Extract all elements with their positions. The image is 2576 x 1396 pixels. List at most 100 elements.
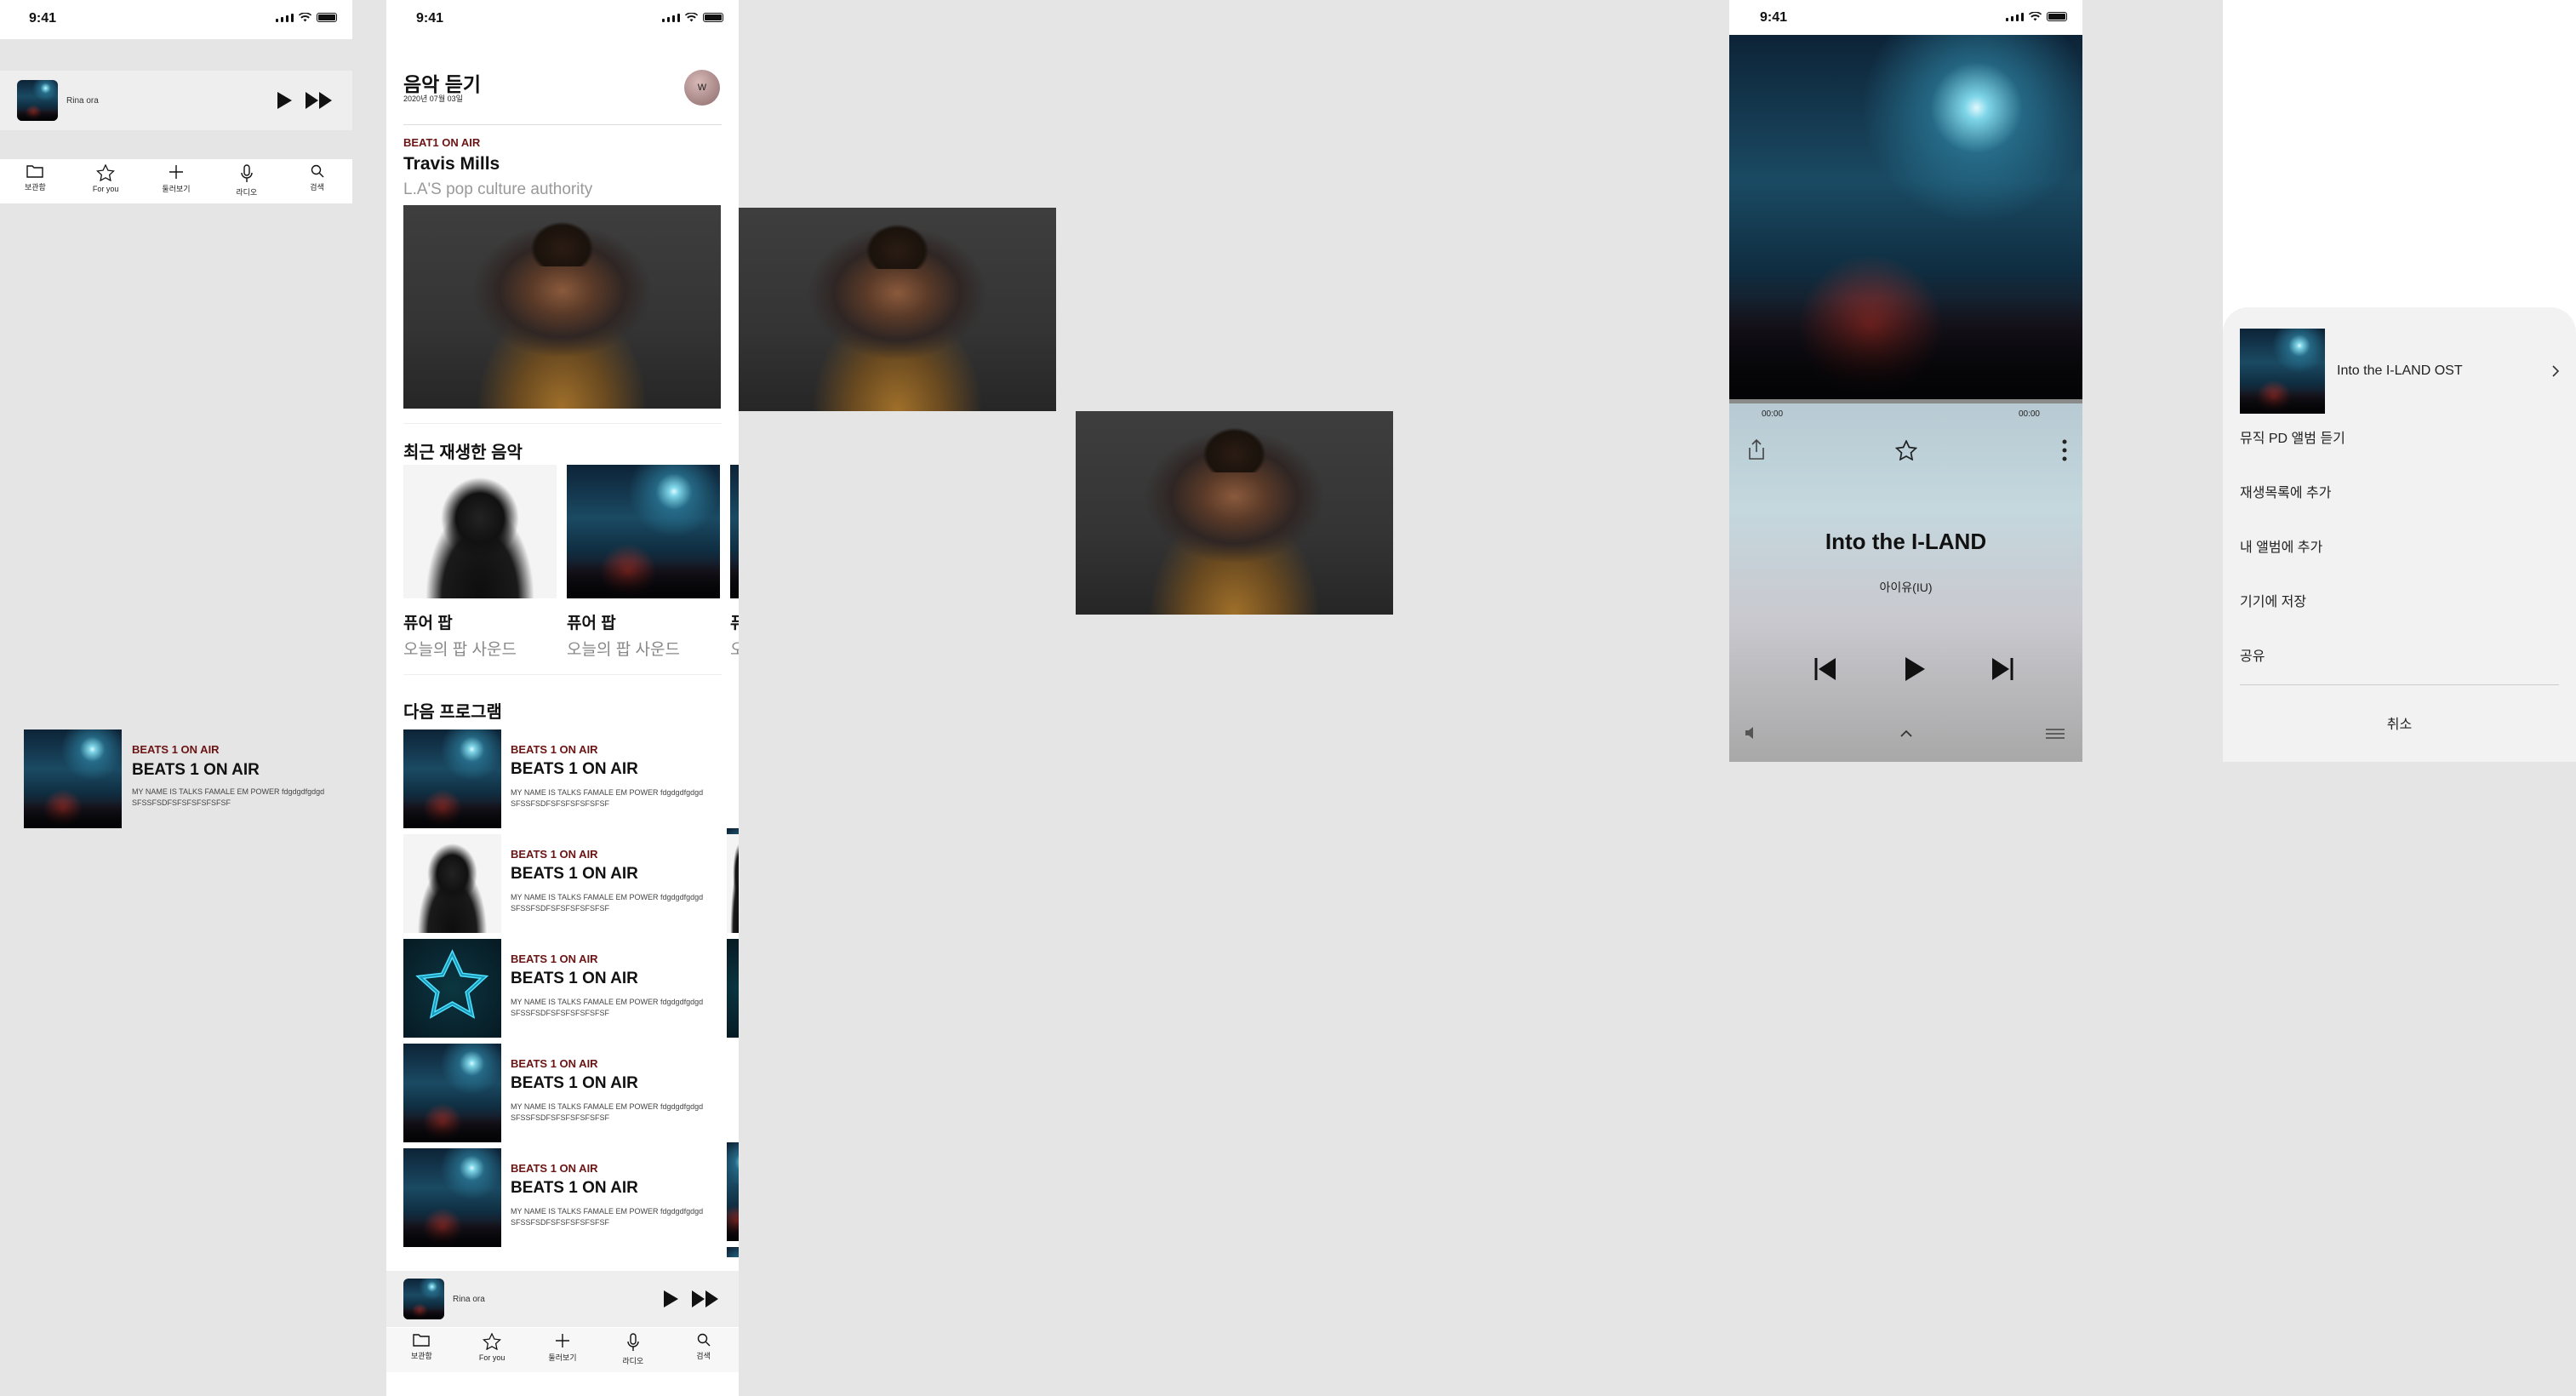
tab-bar-b: 보관함 For you 둘러보기 라디오 검색 [386,1328,739,1372]
tab-radio[interactable]: 라디오 [603,1333,663,1366]
queue-list-icon[interactable] [2046,728,2065,740]
album-artwork [2240,329,2325,414]
mini-artwork [17,80,58,121]
action-add-playlist[interactable]: 재생목록에 추가 [2240,481,2332,501]
recent-card[interactable]: 퓨 오 [730,465,739,660]
action-list: 뮤직 PD 앨범 듣기 재생목록에 추가 내 앨범에 추가 기기에 저장 공유 [2240,426,2559,664]
action-share[interactable]: 공유 [2240,644,2265,665]
tab-bar-a: 보관함 For you 둘러보기 라디오 검색 [0,159,352,203]
program-row[interactable]: BEATS 1 ON AIR BEATS 1 ON AIR MY NAME IS… [403,729,739,927]
chevron-right-icon [2552,365,2559,377]
feature-subtitle: L.A'S pop culture authority [403,180,593,198]
plus-icon [168,165,183,179]
status-time: 9:41 [1760,10,1788,25]
tab-search[interactable]: 검색 [674,1333,734,1361]
chevron-up-icon[interactable] [1899,729,1913,738]
program-artwork [403,1148,501,1247]
program-artwork [403,729,501,828]
album-header[interactable]: Into the I-LAND OST [2240,329,2559,414]
mini-player-a[interactable]: Rina ora [0,71,352,130]
battery-icon [317,13,337,22]
microphone-icon [241,164,253,182]
play-icon[interactable] [276,91,293,110]
tab-for-you[interactable]: For you [462,1333,522,1362]
wifi-icon [2029,12,2042,21]
cellular-icon [276,13,294,22]
mini-title: Rina ora [453,1294,485,1304]
wifi-icon [299,13,311,22]
divider [403,124,722,125]
divider [403,674,722,675]
album-artwork [1729,35,2082,399]
favorite-star-icon[interactable] [1895,440,1917,461]
tab-library[interactable]: 보관함 [5,164,65,192]
elapsed-time: 00:00 [1762,409,1784,419]
next-track-icon[interactable] [1990,656,2015,682]
action-sheet: Into the I-LAND OST 뮤직 PD 앨범 듣기 재생목록에 추가… [2223,307,2576,762]
status-bar-c: 9:41 [1729,0,2082,35]
play-icon[interactable] [1904,656,1926,682]
program-row[interactable]: BEATS 1 ON AIR BEATS 1 ON AIR MY NAME IS… [403,834,739,933]
remaining-time: 00:00 [2018,409,2040,419]
star-icon [96,164,116,181]
battery-icon [703,13,723,22]
program-artwork [403,1044,501,1142]
mini-player-b[interactable]: Rina ora [386,1271,739,1327]
recent-card[interactable]: 퓨어 팝 오늘의 팝 사운드 [567,465,720,660]
recent-card[interactable]: 퓨어 팝 오늘의 팝 사운드 [403,465,557,660]
status-icons [662,13,723,22]
action-add-my-album[interactable]: 내 앨범에 추가 [2240,535,2322,556]
tab-browse[interactable]: 둘러보기 [533,1333,592,1363]
microphone-icon [627,1333,639,1351]
tab-search[interactable]: 검색 [288,164,347,192]
action-pd-album[interactable]: 뮤직 PD 앨범 듣기 [2240,426,2345,447]
recent-carousel[interactable]: 퓨어 팝 오늘의 팝 사운드 퓨어 팝 오늘의 팝 사운드 퓨 오 [403,465,739,661]
mini-artwork [403,1279,444,1319]
player-panel: 00:00 00:00 Into the I-LAND 아이유(IU) [1729,399,2082,762]
mini-title: Rina ora [66,95,99,106]
program-row[interactable]: BEATS 1 ON AIR BEATS 1 ON AIR MY NAME IS… [403,1148,739,1257]
fast-forward-icon[interactable] [691,1290,720,1308]
cellular-icon [2006,12,2024,21]
volume-icon[interactable] [1744,726,1759,740]
feature-title: Travis Mills [403,154,500,174]
more-vertical-icon[interactable] [2062,439,2067,461]
fast-forward-icon[interactable] [305,91,334,110]
status-time: 9:41 [29,11,57,26]
action-save-device[interactable]: 기기에 저장 [2240,590,2306,610]
action-sheet-frame: Into the I-LAND OST 뮤직 PD 앨범 듣기 재생목록에 추가… [2223,0,2576,762]
program-row[interactable]: BEATS 1 ON AIR BEATS 1 ON AIR MY NAME IS… [403,1044,739,1241]
album-title: Into the I-LAND OST [2337,363,2463,378]
share-icon[interactable] [1747,438,1766,461]
tab-radio[interactable]: 라디오 [217,164,277,197]
star-icon [483,1333,502,1350]
now-playing-screen: 9:41 00:00 00:00 Into the I-LAND 아이유(IU) [1729,0,2082,762]
program-description: MY NAME IS TALKS FAMALE EM POWER fdgdgdf… [132,787,325,807]
program-artwork [403,939,501,1038]
cellular-icon [662,13,680,22]
recent-heading: 최근 재생한 음악 [403,443,523,462]
program-card-standalone[interactable]: BEATS 1 ON AIR BEATS 1 ON AIR MY NAME IS… [24,729,364,828]
feature-image[interactable] [403,205,721,409]
tab-for-you[interactable]: For you [76,164,135,193]
program-row[interactable]: BEATS 1 ON AIR BEATS 1 ON AIR MY NAME IS… [403,939,739,1038]
cancel-button[interactable]: 취소 [2223,712,2576,733]
progress-track[interactable] [1729,399,2082,403]
avatar[interactable]: W [684,70,720,106]
page-date: 2020년 07월 03일 [403,94,463,103]
tab-library[interactable]: 보관함 [391,1333,451,1361]
feature-kicker: BEAT1 ON AIR [403,136,481,149]
play-icon[interactable] [662,1290,679,1308]
wifi-icon [685,13,698,22]
program-kicker: BEATS 1 ON AIR [132,743,220,756]
search-icon [697,1333,711,1347]
battery-icon [2047,12,2067,21]
recent-artwork [567,465,720,598]
status-icons [2006,12,2067,21]
recent-artwork [403,465,557,598]
tab-browse[interactable]: 둘러보기 [146,164,206,194]
folder-icon [413,1334,431,1347]
song-title: Into the I-LAND [1825,529,1987,554]
divider [2240,684,2559,685]
previous-track-icon[interactable] [1813,656,1838,682]
